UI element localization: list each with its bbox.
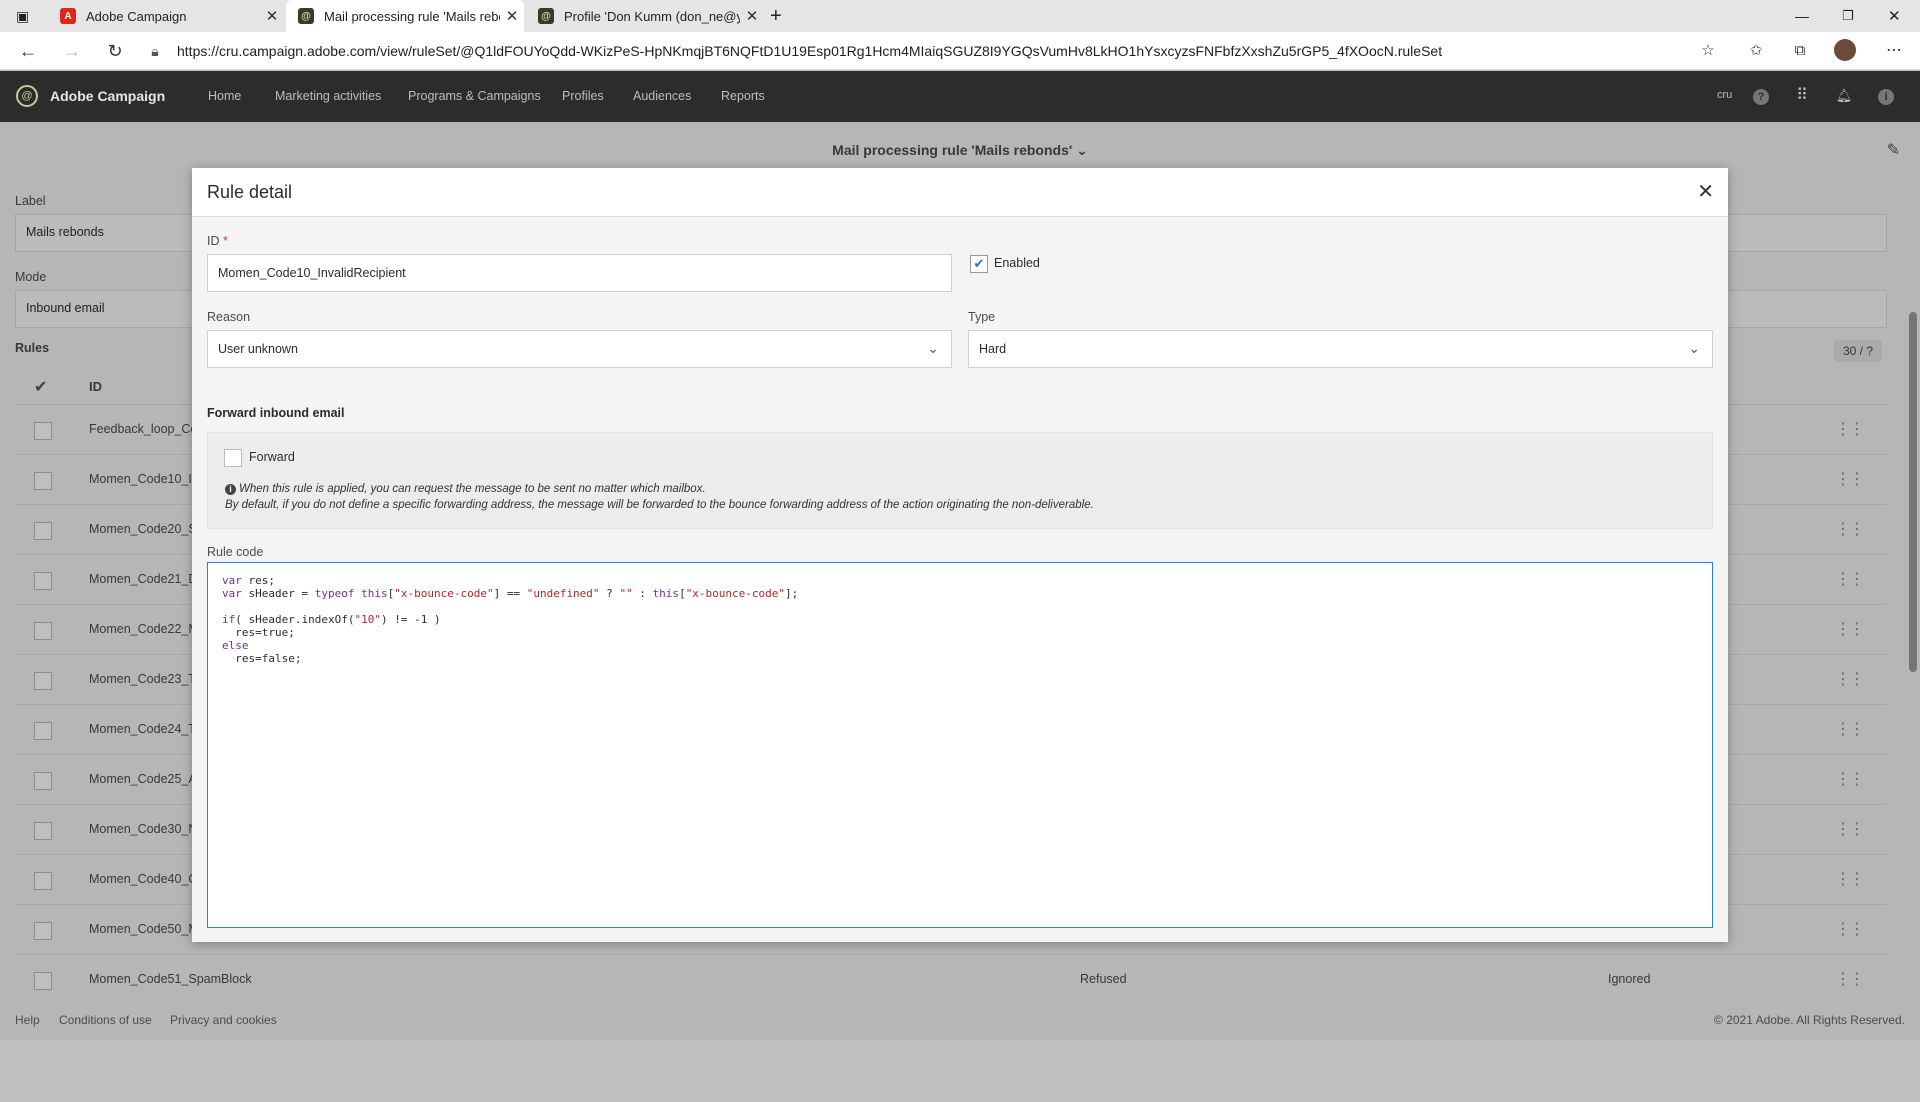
tab-actions-icon[interactable]: ▣	[10, 0, 40, 32]
adobe-icon: A	[60, 8, 76, 24]
new-tab-icon[interactable]: +	[770, 0, 800, 32]
rule-code-label: Rule code	[207, 545, 264, 559]
chevron-down-icon: ⌄	[1688, 340, 1700, 356]
user-name[interactable]: cru	[1717, 89, 1732, 101]
close-dialog-icon[interactable]: ✕	[1697, 179, 1714, 204]
notifications-icon[interactable]: 🔔︎	[1834, 86, 1854, 106]
favorites-list-icon[interactable]: ✩	[1744, 39, 1768, 63]
nav-profiles[interactable]: Profiles	[562, 89, 604, 103]
reason-value: User unknown	[218, 342, 298, 356]
enabled-checkbox[interactable]: ✔	[970, 255, 988, 273]
nav-marketing-activities[interactable]: Marketing activities	[275, 89, 381, 103]
apps-grid-icon[interactable]: ⠿	[1792, 86, 1812, 106]
id-label: ID *	[207, 234, 228, 248]
collections-icon[interactable]: ⧉	[1788, 39, 1812, 63]
close-tab-icon[interactable]: ✕	[260, 7, 284, 25]
minimize-icon[interactable]: —	[1795, 0, 1815, 32]
id-input[interactable]: Momen_Code10_InvalidRecipient	[207, 254, 952, 292]
help-icon[interactable]: ?	[1751, 86, 1771, 106]
app-header: @ Adobe Campaign Home Marketing activiti…	[0, 71, 1920, 122]
browser-tab-bar: ▣ A Adobe Campaign ✕ @ Mail processing r…	[0, 0, 1920, 32]
restore-icon[interactable]: ❐	[1842, 0, 1862, 32]
campaign-icon: @	[538, 8, 554, 24]
url-field[interactable]: 🔒︎ https://cru.campaign.adobe.com/view/r…	[145, 36, 1720, 66]
type-label: Type	[968, 310, 996, 324]
checkmark-icon: ✔	[973, 256, 985, 271]
reason-select[interactable]: User unknown ⌄	[207, 330, 952, 368]
info-icon: i	[225, 484, 236, 495]
tab-title: Profile 'Don Kumm (don_ne@yal	[564, 8, 740, 24]
dialog-title: Rule detail	[207, 182, 293, 202]
brand-name[interactable]: Adobe Campaign	[50, 88, 165, 104]
forward-icon[interactable]: →	[60, 39, 84, 63]
dialog-header: Rule detail ✕	[192, 168, 1728, 217]
nav-reports[interactable]: Reports	[721, 89, 765, 103]
info-icon[interactable]: i	[1876, 86, 1896, 106]
address-bar: ← → ↻ 🔒︎ https://cru.campaign.adobe.com/…	[0, 32, 1920, 70]
close-tab-icon[interactable]: ✕	[500, 7, 524, 25]
required-marker: *	[222, 234, 228, 248]
close-window-icon[interactable]: ✕	[1888, 0, 1908, 32]
type-value: Hard	[979, 342, 1007, 356]
chevron-down-icon: ⌄	[927, 340, 939, 356]
tab-adobe-campaign[interactable]: A Adobe Campaign ✕	[48, 0, 284, 32]
rule-detail-dialog: Rule detail ✕ ID * Momen_Code10_InvalidR…	[192, 168, 1728, 942]
type-select[interactable]: Hard ⌄	[968, 330, 1713, 368]
profile-avatar[interactable]	[1833, 39, 1857, 63]
forward-checkbox[interactable]	[224, 449, 242, 467]
forward-note-line1: i When this rule is applied, you can requ…	[225, 483, 706, 495]
adobe-campaign-logo-icon[interactable]: @	[16, 85, 38, 107]
campaign-icon: @	[298, 8, 314, 24]
close-tab-icon[interactable]: ✕	[740, 7, 764, 25]
back-icon[interactable]: ←	[16, 39, 40, 63]
rule-code-editor[interactable]: var res; var sHeader = typeof this["x-bo…	[207, 562, 1713, 928]
forward-label: Forward	[249, 450, 295, 464]
reason-label: Reason	[207, 310, 251, 324]
nav-audiences[interactable]: Audiences	[633, 89, 691, 103]
tab-profile[interactable]: @ Profile 'Don Kumm (don_ne@yal ✕	[526, 0, 764, 32]
refresh-icon[interactable]: ↻	[103, 39, 127, 63]
url-text: https://cru.campaign.adobe.com/view/rule…	[177, 43, 1443, 59]
enabled-label: Enabled	[994, 256, 1040, 270]
favorite-icon[interactable]: ☆	[1696, 39, 1720, 63]
tab-mail-processing-rule[interactable]: @ Mail processing rule 'Mails rebon ✕	[286, 0, 524, 32]
forward-note-line2: By default, if you do not define a speci…	[225, 499, 1094, 511]
lock-icon: 🔒︎	[151, 42, 159, 59]
forward-panel: Forward i When this rule is applied, you …	[207, 432, 1713, 529]
tab-title: Adobe Campaign	[86, 8, 187, 24]
nav-programs-campaigns[interactable]: Programs & Campaigns	[408, 89, 541, 103]
more-options-icon[interactable]: ⋯	[1882, 39, 1906, 63]
tab-title: Mail processing rule 'Mails rebon	[324, 8, 500, 24]
nav-home[interactable]: Home	[208, 89, 241, 103]
forward-section-title: Forward inbound email	[207, 406, 345, 420]
